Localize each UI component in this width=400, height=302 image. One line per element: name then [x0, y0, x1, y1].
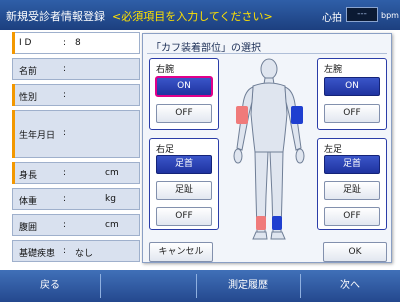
right-arm-cuff-marker	[236, 106, 248, 124]
left-leg-group: 左足 足首 足趾 OFF	[317, 138, 387, 230]
right-arm-off-button[interactable]: OFF	[156, 104, 212, 123]
right-leg-toe-button[interactable]: 足趾	[156, 181, 212, 200]
field-colon: :	[63, 38, 67, 48]
header-bar: 新規受診者情報登録 <必須項目を入力してください> 心拍 --- bpm	[0, 0, 400, 30]
field-colon: :	[63, 90, 67, 100]
left-leg-ankle-button[interactable]: 足首	[324, 155, 380, 174]
right-leg-label: 右足	[156, 145, 175, 155]
body-head	[260, 58, 278, 80]
field-label: 生年月日	[19, 131, 56, 141]
patient-form: I D : 8 名前 : 性別 : 生年月日 : 身長 : cm 体重 : kg…	[12, 32, 140, 266]
field-label: 身長	[19, 171, 38, 181]
required-notice: <必須項目を入力してください>	[112, 10, 273, 23]
pulse-unit: bpm	[381, 11, 399, 20]
field-label: 体重	[19, 197, 38, 207]
right-leg-group: 右足 足首 足趾 OFF	[149, 138, 219, 230]
field-value: 8	[75, 38, 81, 48]
left-arm-label: 左腕	[324, 65, 343, 75]
body-right-hand	[233, 148, 243, 164]
left-leg-label: 左足	[324, 145, 343, 155]
dialog-title: 「カフ装着部位」の選択	[151, 43, 261, 54]
field-label: I D	[19, 38, 32, 48]
screen-title: 新規受診者情報登録	[6, 10, 105, 23]
field-underlying-disease[interactable]: 基礎疾患 : なし	[12, 240, 140, 262]
footer-divider	[100, 274, 101, 298]
measurement-history-button[interactable]: 測定履歴	[196, 270, 300, 302]
right-leg-off-button[interactable]: OFF	[156, 207, 212, 226]
right-arm-on-button[interactable]: ON	[155, 76, 213, 97]
pulse-label: 心拍	[322, 13, 342, 24]
field-colon: :	[63, 128, 67, 138]
field-label: 腹囲	[19, 223, 38, 233]
field-colon: :	[63, 194, 67, 204]
right-ankle-cuff-marker	[256, 216, 266, 230]
body-torso	[250, 82, 288, 153]
field-sex[interactable]: 性別 :	[12, 84, 140, 106]
field-height[interactable]: 身長 : cm	[12, 162, 140, 184]
field-colon: :	[63, 168, 67, 178]
left-arm-off-button[interactable]: OFF	[324, 104, 380, 123]
cuff-site-dialog: 「カフ装着部位」の選択 右腕 ON OFF 左腕 ON OFF 右足 足首 足趾…	[142, 33, 392, 263]
back-button[interactable]: 戻る	[0, 270, 100, 302]
right-arm-group: 右腕 ON OFF	[149, 58, 219, 130]
field-label: 性別	[19, 93, 38, 103]
body-right-foot	[252, 231, 268, 240]
field-birthdate[interactable]: 生年月日 :	[12, 110, 140, 158]
footer-bar: 戻る 測定履歴 次へ	[0, 270, 400, 302]
field-colon: :	[63, 246, 67, 256]
next-button[interactable]: 次へ	[300, 270, 400, 302]
body-figure	[233, 58, 305, 240]
ok-button[interactable]: OK	[323, 242, 387, 262]
left-leg-off-button[interactable]: OFF	[324, 207, 380, 226]
right-arm-label: 右腕	[156, 65, 175, 75]
field-colon: :	[63, 220, 67, 230]
field-colon: :	[63, 64, 67, 74]
pulse-value: ---	[346, 7, 378, 22]
left-leg-toe-button[interactable]: 足趾	[324, 181, 380, 200]
left-arm-on-button[interactable]: ON	[324, 77, 380, 96]
left-ankle-cuff-marker	[272, 216, 282, 230]
field-unit: cm	[105, 168, 119, 178]
field-name[interactable]: 名前 :	[12, 58, 140, 80]
dialog-divider	[147, 53, 387, 54]
left-arm-cuff-marker	[291, 106, 303, 124]
field-waist[interactable]: 腹囲 : cm	[12, 214, 140, 236]
field-unit: cm	[105, 220, 119, 230]
field-weight[interactable]: 体重 : kg	[12, 188, 140, 210]
cancel-button[interactable]: キャンセル	[149, 242, 213, 262]
body-left-hand	[295, 148, 305, 164]
body-left-foot	[270, 231, 286, 240]
field-value: なし	[75, 249, 94, 259]
field-label: 基礎疾患	[19, 249, 56, 259]
field-label: 名前	[19, 67, 38, 77]
field-id[interactable]: I D : 8	[12, 32, 140, 54]
left-arm-group: 左腕 ON OFF	[317, 58, 387, 130]
registration-screen: 新規受診者情報登録 <必須項目を入力してください> 心拍 --- bpm I D…	[0, 0, 400, 302]
field-unit: kg	[105, 194, 116, 204]
right-leg-ankle-button[interactable]: 足首	[156, 155, 212, 174]
